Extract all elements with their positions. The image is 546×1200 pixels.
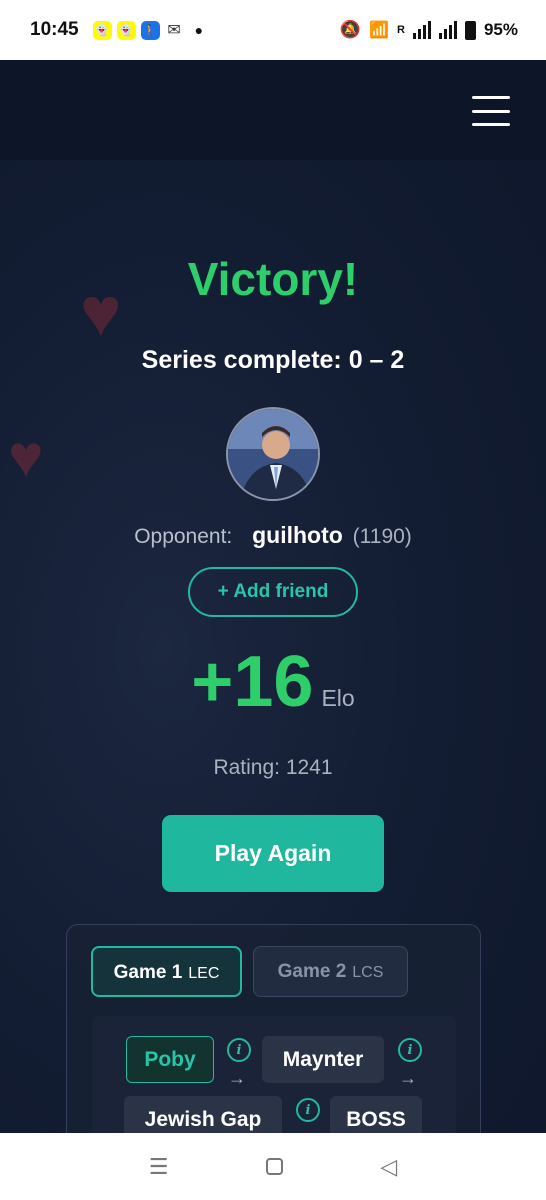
battery-icon [464, 20, 476, 40]
tab-league: LEC [188, 965, 220, 982]
tab-league: LCS [352, 964, 384, 981]
snapchat-icon: 👻 [92, 20, 112, 40]
elo-change-value: +16 [191, 642, 314, 722]
player-chip-maynter[interactable]: Maynter [262, 1036, 384, 1083]
menu-line [472, 123, 510, 126]
add-friend-button[interactable]: + Add friend [188, 567, 358, 617]
elo-change: +16 Elo [0, 642, 546, 722]
home-icon[interactable] [265, 1158, 283, 1175]
menu-line [472, 109, 510, 113]
signal-icon [438, 21, 457, 39]
victory-title: Victory! [187, 253, 359, 305]
avatar-image [228, 409, 318, 499]
tab-game-1[interactable]: Game 1 LEC [91, 946, 242, 997]
opponent-name[interactable]: guilhoto [252, 522, 343, 548]
wifi-icon: 📶 [369, 22, 390, 39]
menu-line [472, 96, 510, 99]
back-icon[interactable]: ◁ [380, 1154, 397, 1180]
snapchat-icon: 👻 [116, 20, 136, 40]
hamburger-menu-button[interactable] [472, 96, 510, 126]
walking-icon: 🚶 [140, 20, 160, 40]
play-again-button[interactable]: Play Again [162, 815, 384, 892]
opponent-label: Opponent: [134, 525, 233, 548]
current-rating: Rating: 1241 [213, 756, 333, 779]
opponent-line: Opponent: guilhoto (1190) [0, 522, 546, 549]
opponent-avatar [226, 407, 320, 501]
signal-icon [412, 21, 431, 39]
notification-icons: 👻 👻 🚶 ✉ ◐ ● [0, 20, 546, 1133]
elo-unit: Elo [321, 685, 355, 711]
status-right: 🔕 📶 R 95% [340, 20, 518, 40]
player-chip-poby[interactable]: Poby [126, 1036, 214, 1083]
games-panel: Game 1 LEC Game 2 LCS Poby i → Maynter i… [66, 924, 481, 1133]
status-time: 10:45 [30, 19, 79, 40]
game-board: Poby i → Maynter i → Jewish Gap i BOSS [92, 1016, 456, 1133]
tab-label: Game 2 [277, 961, 347, 982]
player-chip-boss[interactable]: BOSS [330, 1096, 422, 1133]
tab-label: Game 1 [113, 962, 183, 983]
player-chip-jewish-gap[interactable]: Jewish Gap [124, 1096, 282, 1133]
info-icon[interactable]: i [227, 1038, 251, 1062]
app-screen: ♥ ♥ Victory! Series complete: 0 – 2 Oppo… [0, 60, 546, 1133]
series-result: Series complete: 0 – 2 [141, 346, 405, 374]
app-header [0, 60, 546, 160]
system-nav-bar: ☰ ◁ [0, 1133, 546, 1200]
network-label: R [397, 24, 405, 36]
gmail-icon: ✉ [167, 22, 181, 39]
recent-apps-icon[interactable]: ☰ [149, 1154, 169, 1180]
arrow-right-icon: → [399, 1068, 417, 1088]
status-bar: 10:45 👻 👻 🚶 ✉ ◐ ● 🔕 📶 R 95% [0, 0, 546, 1133]
opponent-rating: (1190) [352, 525, 412, 548]
info-icon[interactable]: i [398, 1038, 422, 1062]
tab-game-2[interactable]: Game 2 LCS [253, 946, 408, 997]
heart-decoration-icon: ♥ [8, 423, 44, 490]
battery-percent: 95% [483, 20, 518, 39]
arrow-right-icon: → [228, 1068, 246, 1088]
mute-icon: 🔕 [339, 20, 362, 39]
dot-icon: ● [194, 22, 204, 38]
info-icon[interactable]: i [296, 1098, 320, 1122]
